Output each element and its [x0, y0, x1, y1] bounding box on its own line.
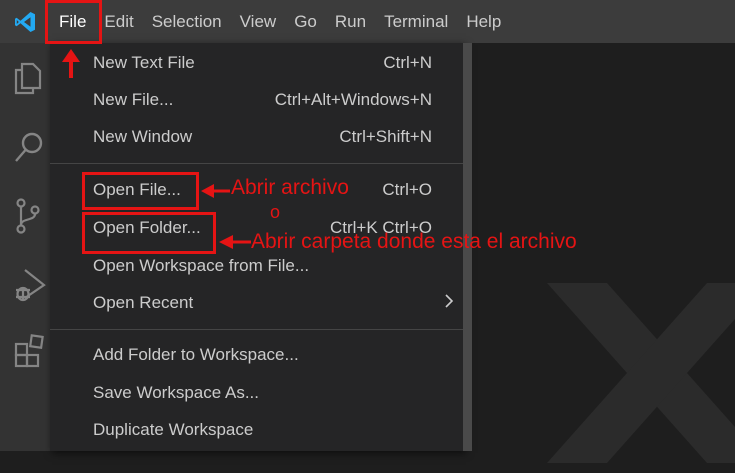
menu-new-window[interactable]: New Window Ctrl+Shift+N [93, 122, 432, 152]
menu-new-file[interactable]: New File... Ctrl+Alt+Windows+N [93, 85, 432, 115]
menu-item-label: New File... [93, 90, 174, 109]
activity-bar [0, 43, 50, 451]
or-annotation: o [270, 202, 281, 222]
menu-save-workspace-as[interactable]: Save Workspace As... [93, 378, 432, 408]
menu-item-label: Duplicate Workspace [93, 420, 254, 439]
menu-item-label: Open Recent [93, 293, 194, 312]
menu-new-text-file[interactable]: New Text File Ctrl+N [93, 48, 432, 78]
vscode-logo-icon [0, 0, 50, 43]
menu-run[interactable]: Run [326, 0, 375, 43]
source-control-icon[interactable] [13, 198, 40, 234]
menu-separator [50, 329, 463, 330]
menu-help[interactable]: Help [457, 0, 510, 43]
menu-open-workspace-from-file[interactable]: Open Workspace from File... [93, 251, 432, 281]
menu-edit[interactable]: Edit [95, 0, 142, 43]
open-folder-annotation: Abrir carpeta donde esta el archivo [251, 230, 577, 253]
menu-open-recent[interactable]: Open Recent [93, 288, 454, 318]
file-menu-highlight-box [45, 0, 102, 44]
menu-terminal[interactable]: Terminal [375, 0, 457, 43]
menu-go[interactable]: Go [285, 0, 326, 43]
shortcut-label: Ctrl+Alt+Windows+N [274, 90, 432, 109]
shortcut-label: Ctrl+O [382, 180, 432, 199]
shortcut-label: Ctrl+Shift+N [339, 127, 432, 146]
menu-add-folder-to-workspace[interactable]: Add Folder to Workspace... [93, 340, 432, 370]
menu-item-label: Add Folder to Workspace... [93, 345, 299, 364]
menu-view[interactable]: View [231, 0, 286, 43]
menu-selection[interactable]: Selection [143, 0, 231, 43]
open-file-annotation: Abrir archivo [231, 176, 349, 199]
menu-item-label: New Window [93, 127, 193, 146]
extensions-icon[interactable] [13, 333, 44, 368]
menu-item-label: New Text File [93, 53, 195, 72]
menu-item-label: Open Workspace from File... [93, 256, 310, 275]
vscode-watermark-icon [547, 283, 735, 463]
menu-item-label: Save Workspace As... [93, 383, 259, 402]
menu-bar: File Edit Selection View Go Run Terminal… [0, 0, 735, 43]
explorer-icon[interactable] [13, 61, 42, 95]
run-debug-icon[interactable] [13, 265, 46, 302]
chevron-right-icon [444, 293, 454, 314]
menu-duplicate-workspace[interactable]: Duplicate Workspace [93, 415, 432, 445]
open-folder-highlight-box [82, 212, 216, 254]
open-file-highlight-box [82, 172, 199, 210]
shortcut-label: Ctrl+N [383, 53, 432, 72]
search-icon[interactable] [13, 131, 43, 162]
menu-separator [50, 163, 463, 164]
